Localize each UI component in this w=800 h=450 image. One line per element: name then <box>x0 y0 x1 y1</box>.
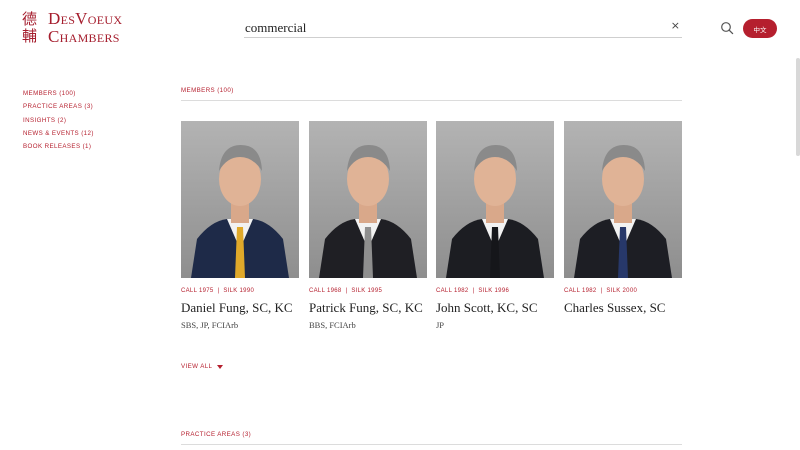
member-postnominals: BBS, FCIArb <box>309 320 356 330</box>
member-postnominals: SBS, JP, FCIArb <box>181 320 239 330</box>
search-bar: × <box>244 18 682 38</box>
nav-item-news-events[interactable]: NEWS & EVENTS (12) <box>23 127 94 140</box>
member-portrait[interactable] <box>564 121 682 278</box>
nav-item-practice-areas[interactable]: PRACTICE AREAS (3) <box>23 100 94 113</box>
member-silk-year: SILK 2000 <box>606 288 638 294</box>
language-toggle-button[interactable]: 中文 <box>743 19 777 38</box>
member-call-year: CALL 1982 <box>564 288 597 294</box>
member-card[interactable]: CALL 1982 | SILK 2000 Charles Sussex, SC <box>564 121 682 320</box>
portrait-illustration <box>191 145 289 278</box>
member-postnominals: JP <box>436 320 445 330</box>
logo-chinese-glyphs: 德 輔 <box>22 11 44 45</box>
caret-down-icon <box>217 364 224 369</box>
member-call-year: CALL 1982 <box>436 288 469 294</box>
member-call-year: CALL 1975 <box>181 288 214 294</box>
logo-chinese-char-1: 德 <box>22 10 38 28</box>
member-silk-year: SILK 1995 <box>351 288 383 294</box>
view-all-label: VIEW ALL <box>181 363 213 370</box>
search-category-nav: MEMBERS (100) PRACTICE AREAS (3) INSIGHT… <box>23 87 94 153</box>
nav-item-insights[interactable]: INSIGHTS (2) <box>23 114 94 127</box>
nav-item-book-releases[interactable]: BOOK RELEASES (1) <box>23 140 94 153</box>
logo-wordmark-line-1: DesVoeux <box>48 9 123 28</box>
member-call-silk: CALL 1975 | SILK 1990 <box>181 288 299 294</box>
meta-separator: | <box>600 288 603 294</box>
portrait-illustration <box>574 145 672 278</box>
member-name-link[interactable]: Daniel Fung, SC, KC <box>181 300 299 316</box>
member-portrait[interactable] <box>309 121 427 278</box>
member-call-silk: CALL 1982 | SILK 2000 <box>564 288 682 294</box>
members-section-title: MEMBERS (100) <box>181 87 682 101</box>
portrait-illustration <box>446 145 544 278</box>
member-silk-year: SILK 1996 <box>478 288 510 294</box>
member-portrait[interactable] <box>436 121 554 278</box>
member-name-link[interactable]: John Scott, KC, SC <box>436 300 554 316</box>
member-portrait[interactable] <box>181 121 299 278</box>
member-card[interactable]: CALL 1982 | SILK 1996 John Scott, KC, SC J… <box>436 121 554 330</box>
member-card[interactable]: CALL 1968 | SILK 1995 Patrick Fung, SC, KC… <box>309 121 427 330</box>
meta-separator: | <box>472 288 475 294</box>
logo-wordmark-line-2: Chambers <box>48 27 120 46</box>
logo-wordmark: DesVoeux Chambers <box>48 10 122 46</box>
meta-separator: | <box>217 288 220 294</box>
search-icon[interactable] <box>720 21 734 35</box>
member-call-silk: CALL 1968 | SILK 1995 <box>309 288 427 294</box>
member-silk-year: SILK 1990 <box>223 288 255 294</box>
member-name-link[interactable]: Charles Sussex, SC <box>564 300 682 316</box>
logo-chinese-char-2: 輔 <box>22 27 38 45</box>
view-all-button[interactable]: VIEW ALL <box>181 363 224 370</box>
search-input[interactable] <box>245 18 655 37</box>
practice-areas-section-title: PRACTICE AREAS (3) <box>181 431 682 445</box>
portrait-illustration <box>319 145 417 278</box>
chambers-logo[interactable]: 德 輔 DesVoeux Chambers <box>22 10 122 46</box>
page-scrollbar[interactable] <box>796 58 800 156</box>
member-call-year: CALL 1968 <box>309 288 342 294</box>
nav-item-members[interactable]: MEMBERS (100) <box>23 87 94 100</box>
meta-separator: | <box>345 288 348 294</box>
member-call-silk: CALL 1982 | SILK 1996 <box>436 288 554 294</box>
member-name-link[interactable]: Patrick Fung, SC, KC <box>309 300 427 316</box>
member-card[interactable]: CALL 1975 | SILK 1990 Daniel Fung, SC, KC … <box>181 121 299 330</box>
clear-search-icon[interactable]: × <box>671 19 680 32</box>
